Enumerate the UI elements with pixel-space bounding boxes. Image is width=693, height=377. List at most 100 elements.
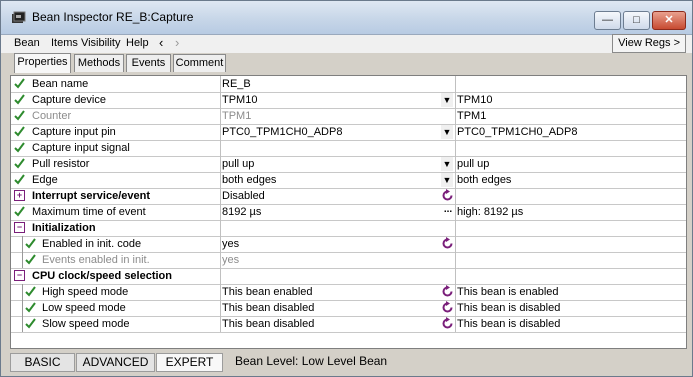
tree-guide-line <box>22 316 23 332</box>
property-value[interactable]: Disabled <box>220 188 456 204</box>
cycle-value-icon[interactable] <box>441 301 454 314</box>
property-name: Maximum time of event <box>32 206 146 218</box>
dropdown-arrow-icon[interactable]: ▼ <box>441 157 453 171</box>
cycle-value-icon[interactable] <box>441 285 454 298</box>
checkmark-icon <box>25 302 36 313</box>
property-value[interactable]: yes <box>220 252 456 268</box>
dropdown-arrow-icon[interactable]: ▼ <box>441 93 453 107</box>
dropdown-arrow-icon[interactable]: ▼ <box>441 173 453 187</box>
property-row[interactable]: Edge both edges ▼ both edges <box>11 172 686 189</box>
collapse-icon[interactable]: − <box>14 270 25 281</box>
checkmark-icon <box>14 78 25 89</box>
level-advanced-button[interactable]: ADVANCED <box>76 353 155 372</box>
cycle-value-icon[interactable] <box>441 189 454 202</box>
cycle-value-icon[interactable] <box>441 317 454 330</box>
property-current-value <box>455 268 686 284</box>
property-current-value <box>455 140 686 156</box>
property-row[interactable]: High speed mode This bean enabled This bea… <box>11 284 686 301</box>
property-value[interactable]: This bean disabled <box>220 300 456 316</box>
property-row[interactable]: − CPU clock/speed selection <box>11 268 686 285</box>
checkmark-icon <box>14 206 25 217</box>
property-value[interactable] <box>220 140 456 156</box>
property-value[interactable]: TPM1 <box>220 108 456 124</box>
property-value[interactable]: RE_B <box>220 76 456 92</box>
expand-icon[interactable]: + <box>14 190 25 201</box>
title-bar[interactable]: Bean Inspector RE_B:Capture — □ ✕ <box>1 1 692 35</box>
property-value[interactable]: 8192 µs <box>220 204 456 220</box>
checkmark-icon <box>14 110 25 121</box>
property-row[interactable]: Events enabled in init. yes <box>11 252 686 269</box>
property-current-value <box>455 236 686 252</box>
property-row[interactable]: − Initialization <box>11 220 686 237</box>
property-row[interactable]: Capture device TPM10 ▼ TPM10 <box>11 92 686 109</box>
property-row[interactable]: Capture input pin PTC0_TPM1CH0_ADP8 ▼ PTC0_… <box>11 124 686 141</box>
tab-comment[interactable]: Comment <box>173 54 226 72</box>
property-value[interactable]: This bean disabled <box>220 316 456 332</box>
property-grid: Bean name RE_B Capture device TPM10 ▼ TPM10 Co… <box>10 75 687 349</box>
level-basic-button[interactable]: BASIC <box>10 353 75 372</box>
checkmark-icon <box>25 254 36 265</box>
menu-help[interactable]: Help <box>126 37 149 49</box>
tab-methods[interactable]: Methods <box>74 54 124 72</box>
back-arrow-icon[interactable]: ‹ <box>159 35 163 50</box>
ellipsis-button[interactable]: ... <box>442 205 454 219</box>
property-value[interactable]: both edges <box>220 172 456 188</box>
checkmark-icon <box>14 142 25 153</box>
property-name: Slow speed mode <box>42 318 130 330</box>
checkmark-icon <box>14 158 25 169</box>
property-value[interactable]: yes <box>220 236 456 252</box>
checkmark-icon <box>25 286 36 297</box>
property-value[interactable] <box>220 268 456 284</box>
property-name: High speed mode <box>42 286 129 298</box>
cycle-value-icon[interactable] <box>441 237 454 250</box>
property-row[interactable]: Capture input signal <box>11 140 686 157</box>
property-current-value: PTC0_TPM1CH0_ADP8 <box>455 124 686 140</box>
property-name: Initialization <box>32 222 96 234</box>
property-name: Pull resistor <box>32 158 90 170</box>
property-row[interactable]: Counter TPM1 TPM1 <box>11 108 686 125</box>
collapse-icon[interactable]: − <box>14 222 25 233</box>
property-name: Counter <box>32 110 72 122</box>
property-current-value: This bean is disabled <box>455 300 686 316</box>
property-current-value: pull up <box>455 156 686 172</box>
status-bar: BASIC ADVANCED EXPERT Bean Level: Low Le… <box>10 353 685 372</box>
menu-items-visibility[interactable]: Items Visibility <box>51 37 120 49</box>
tree-guide-line <box>22 300 23 316</box>
property-row[interactable]: Low speed mode This bean disabled This bea… <box>11 300 686 317</box>
property-value[interactable]: pull up <box>220 156 456 172</box>
property-name: Low speed mode <box>42 302 126 314</box>
property-name: Edge <box>32 174 58 186</box>
property-current-value <box>455 76 686 92</box>
checkmark-icon <box>14 174 25 185</box>
property-current-value: This bean is enabled <box>455 284 686 300</box>
property-row[interactable]: Bean name RE_B <box>11 76 686 93</box>
dropdown-arrow-icon[interactable]: ▼ <box>441 125 453 139</box>
view-regs-button[interactable]: View Regs > <box>612 34 686 53</box>
maximize-button[interactable]: □ <box>623 11 650 30</box>
checkmark-icon <box>25 318 36 329</box>
property-name: CPU clock/speed selection <box>32 270 172 282</box>
property-value[interactable] <box>220 220 456 236</box>
menu-bar: Bean Items Visibility Help ‹ › <box>1 35 692 53</box>
forward-arrow-icon[interactable]: › <box>175 35 179 50</box>
property-row[interactable]: Slow speed mode This bean disabled This be… <box>11 316 686 333</box>
tab-events[interactable]: Events <box>126 54 171 72</box>
property-value[interactable]: PTC0_TPM1CH0_ADP8 <box>220 124 456 140</box>
property-current-value: TPM10 <box>455 92 686 108</box>
property-row[interactable]: Maximum time of event 8192 µs... high: 819… <box>11 204 686 221</box>
checkmark-icon <box>14 126 25 137</box>
property-row[interactable]: Enabled in init. code yes <box>11 236 686 253</box>
property-value[interactable]: This bean enabled <box>220 284 456 300</box>
property-value[interactable]: TPM10 <box>220 92 456 108</box>
property-name: Capture device <box>32 94 106 106</box>
property-row[interactable]: + Interrupt service/event Disabled <box>11 188 686 205</box>
property-row[interactable]: Pull resistor pull up ▼ pull up <box>11 156 686 173</box>
tab-properties[interactable]: Properties <box>14 53 71 73</box>
menu-bean[interactable]: Bean <box>14 37 40 49</box>
window-title: Bean Inspector RE_B:Capture <box>32 10 194 24</box>
property-current-value <box>455 188 686 204</box>
tree-guide-line <box>22 284 23 300</box>
minimize-button[interactable]: — <box>594 11 621 30</box>
close-button[interactable]: ✕ <box>652 11 686 30</box>
level-expert-button[interactable]: EXPERT <box>156 353 223 372</box>
